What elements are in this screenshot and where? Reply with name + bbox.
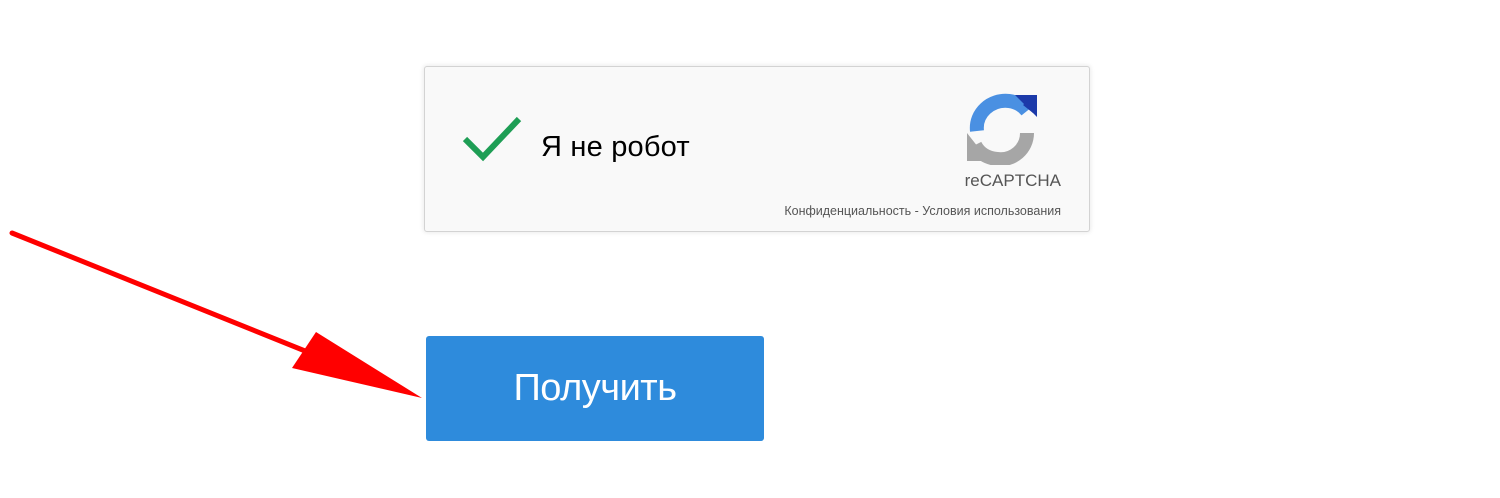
terms-link[interactable]: Условия использования [922,204,1061,218]
checkmark-icon[interactable] [461,113,523,163]
recaptcha-widget: Я не робот reCAPTCHA Конфиденциальность … [424,66,1090,232]
submit-button[interactable]: Получить [426,336,764,441]
links-separator: - [911,204,923,218]
recaptcha-logo-icon [967,93,1037,165]
recaptcha-links: Конфиденциальность - Условия использован… [784,203,1061,219]
recaptcha-label: Я не робот [541,131,690,163]
recaptcha-brand: reCAPTCHA [964,171,1061,190]
privacy-link[interactable]: Конфиденциальность [784,204,911,218]
